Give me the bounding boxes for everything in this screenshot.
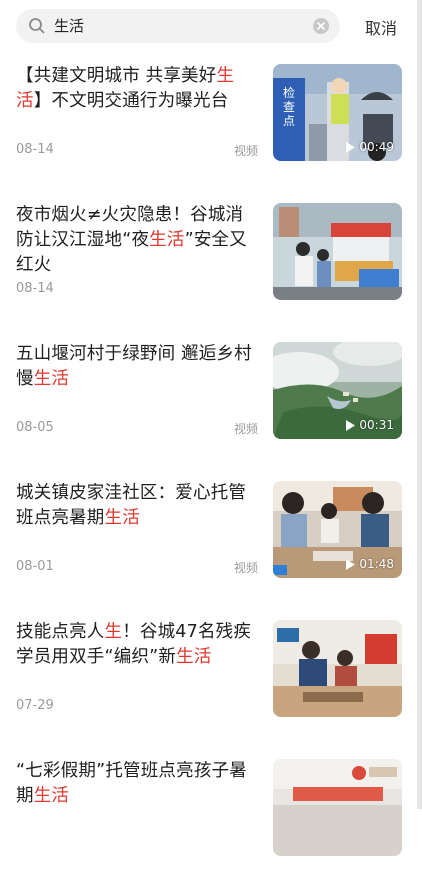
result-date: 08-05 — [16, 420, 54, 435]
title-text: 技能点亮人 — [16, 622, 105, 642]
result-title: 城关镇皮家洼社区：爱心托管班点亮暑期生活 — [16, 481, 260, 531]
result-thumbnail[interactable] — [273, 620, 402, 717]
result-item[interactable]: 技能点亮人生！谷城47名残疾学员用双手“编织”新生活 07-29 — [0, 610, 422, 749]
search-input[interactable] — [54, 15, 304, 37]
search-icon — [29, 18, 45, 34]
duration-text: 01:48 — [359, 557, 394, 571]
thumb-caption: 检 查 点 — [276, 86, 302, 128]
result-thumbnail[interactable]: 01:48 — [273, 481, 402, 578]
video-tag: 视频 — [234, 422, 259, 436]
result-thumbnail[interactable]: 检 查 点 00:49 — [273, 64, 402, 161]
result-title: 五山堰河村于绿野间 邂逅乡村慢生活 — [16, 342, 260, 392]
duration-text: 00:49 — [359, 140, 394, 154]
result-date: 07-29 — [16, 698, 54, 713]
result-title: 夜市烟火≠火灾隐患！谷城消防让汉江湿地“夜生活”安全又红火 — [16, 203, 260, 278]
play-icon — [346, 558, 356, 570]
title-text: 【共建文明城市 共享美好 — [16, 66, 217, 86]
result-date: 08-01 — [16, 559, 54, 574]
title-highlight: 生活 — [176, 647, 212, 667]
play-icon — [346, 141, 356, 153]
result-item[interactable]: 【共建文明城市 共享美好生活】不文明交通行为曝光台 08-14 视频 检 查 点 — [0, 54, 422, 193]
thumb-caption-char: 查 — [282, 100, 295, 114]
title-highlight: 生活 — [33, 786, 70, 806]
result-title: “七彩假期”托管班点亮孩子暑期生活 — [16, 759, 260, 809]
title-text: 】不文明交通行为曝光台 — [33, 91, 229, 111]
search-box[interactable] — [16, 9, 340, 43]
result-item[interactable]: 夜市烟火≠火灾隐患！谷城消防让汉江湿地“夜生活”安全又红火 08-14 — [0, 193, 422, 332]
play-icon — [346, 419, 356, 431]
video-duration: 00:49 — [345, 139, 394, 155]
result-title: 【共建文明城市 共享美好生活】不文明交通行为曝光台 — [16, 64, 260, 114]
result-thumbnail[interactable]: 00:31 — [273, 342, 402, 439]
video-duration: 01:48 — [345, 556, 394, 572]
video-tag: 视频 — [234, 144, 259, 158]
video-tag: 视频 — [234, 561, 259, 575]
title-highlight: 生活 — [104, 508, 140, 528]
title-highlight: 生 — [104, 622, 123, 642]
result-title: 技能点亮人生！谷城47名残疾学员用双手“编织”新生活 — [16, 620, 260, 670]
result-thumbnail[interactable] — [273, 203, 402, 300]
video-duration: 00:31 — [345, 417, 394, 433]
search-bar: 取消 — [0, 0, 422, 54]
result-thumbnail[interactable] — [273, 759, 402, 856]
result-date: 08-14 — [16, 142, 54, 157]
cancel-button[interactable]: 取消 — [356, 14, 406, 40]
result-item[interactable]: “七彩假期”托管班点亮孩子暑期生活 — [0, 749, 422, 888]
clear-icon[interactable] — [312, 17, 330, 35]
title-highlight: 生活 — [149, 230, 185, 250]
thumb-caption-char: 点 — [282, 114, 295, 128]
thumb-caption-char: 检 — [282, 86, 295, 100]
result-date: 08-14 — [16, 281, 54, 296]
result-item[interactable]: 五山堰河村于绿野间 邂逅乡村慢生活 08-05 视频 00:31 — [0, 332, 422, 471]
title-highlight: 生活 — [33, 369, 70, 389]
duration-text: 00:31 — [359, 418, 394, 432]
result-item[interactable]: 城关镇皮家洼社区：爱心托管班点亮暑期生活 08-01 视频 01:48 — [0, 471, 422, 610]
